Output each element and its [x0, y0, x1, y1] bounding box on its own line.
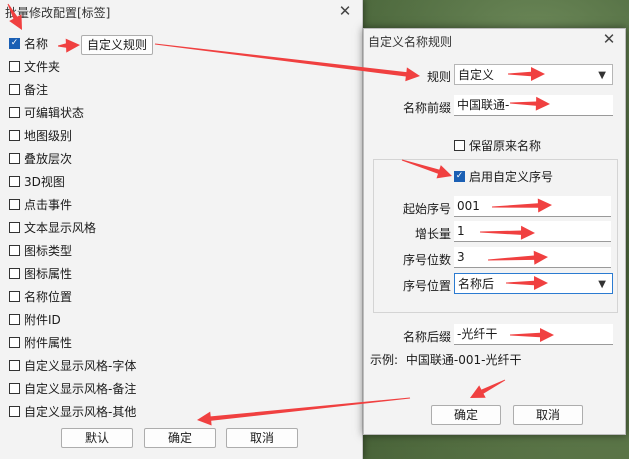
step-label: 增长量: [414, 227, 451, 241]
example-preview: 示例: 中国联通-001-光纤干: [370, 351, 521, 368]
enable-sequence-label: 启用自定义序号: [469, 170, 554, 184]
field-option-row[interactable]: 图标属性: [9, 262, 136, 285]
field-option-label: 图标属性: [24, 267, 73, 281]
keep-original-checkbox[interactable]: [454, 140, 465, 151]
field-option-row[interactable]: 可编辑状态: [9, 101, 136, 124]
field-option-checkbox[interactable]: [9, 130, 20, 141]
field-option-label: 地图级别: [24, 129, 73, 143]
field-option-row[interactable]: 叠放层次: [9, 147, 136, 170]
suffix-label: 名称后缀: [402, 330, 451, 344]
step-input[interactable]: 1: [454, 221, 611, 242]
start-number-label: 起始序号: [402, 202, 451, 216]
field-option-row[interactable]: 文本显示风格: [9, 216, 136, 239]
custom-rule-button[interactable]: 自定义规则: [81, 35, 153, 55]
field-option-label: 点击事件: [24, 198, 73, 212]
field-option-checkbox[interactable]: [9, 360, 20, 371]
enable-sequence-checkbox[interactable]: ✓: [454, 171, 465, 182]
chevron-down-icon: ▼: [598, 70, 606, 81]
suffix-input[interactable]: -光纤干: [454, 324, 613, 345]
position-select-value: 名称后: [458, 277, 495, 291]
example-value: 中国联通-001-光纤干: [405, 353, 522, 367]
ok-button[interactable]: 确定: [144, 428, 216, 448]
field-option-label: 3D视图: [24, 175, 65, 189]
field-option-row[interactable]: 文件夹: [9, 55, 136, 78]
field-option-label: 文件夹: [24, 60, 61, 74]
field-option-label: 附件属性: [24, 336, 73, 350]
rule-dialog-title: 自定义名称规则: [368, 35, 453, 49]
field-option-row[interactable]: 名称位置: [9, 285, 136, 308]
field-option-checkbox[interactable]: [9, 61, 20, 72]
field-option-label: 自定义显示风格-字体: [24, 359, 137, 373]
field-option-checkbox[interactable]: [9, 176, 20, 187]
rule-ok-button[interactable]: 确定: [431, 405, 501, 425]
field-option-label: 可编辑状态: [24, 106, 85, 120]
field-option-label: 文本显示风格: [24, 221, 97, 235]
field-option-row[interactable]: 点击事件: [9, 193, 136, 216]
field-option-label: 叠放层次: [24, 152, 73, 166]
field-option-label: 名称: [24, 37, 49, 51]
field-option-checkbox[interactable]: [9, 291, 20, 302]
prefix-label: 名称前缀: [402, 101, 451, 115]
field-option-checkbox[interactable]: [9, 245, 20, 256]
digits-label: 序号位数: [402, 253, 451, 267]
field-option-row[interactable]: 附件属性: [9, 331, 136, 354]
field-option-row[interactable]: 地图级别: [9, 124, 136, 147]
rule-dialog-titlebar: 自定义名称规则 ✕: [364, 29, 625, 53]
custom-name-rule-dialog: 自定义名称规则 ✕ 规则 自定义 ▼ 名称前缀 中国联通- 保留原来名称 ✓ 启…: [363, 28, 626, 435]
field-option-checkbox[interactable]: ✓: [9, 38, 20, 49]
field-checkbox-list: ✓ 名称文件夹备注可编辑状态地图级别叠放层次 3D视图点击事件文本显示风格 图标类型图…: [9, 32, 136, 423]
rule-select-value: 自定义: [458, 68, 495, 82]
field-option-label: 自定义显示风格-备注: [24, 382, 137, 396]
chevron-down-icon: ▼: [598, 279, 606, 290]
field-option-checkbox[interactable]: [9, 84, 20, 95]
keep-original-option[interactable]: 保留原来名称: [454, 137, 541, 154]
field-option-checkbox[interactable]: [9, 406, 20, 417]
field-option-label: 自定义显示风格-其他: [24, 405, 137, 419]
field-option-checkbox[interactable]: [9, 153, 20, 164]
close-icon[interactable]: ✕: [600, 30, 618, 48]
start-number-input[interactable]: 001: [454, 196, 611, 217]
field-option-row[interactable]: 3D视图: [9, 170, 136, 193]
batch-dialog-titlebar: 批量修改配置[标签] ✕: [0, 0, 362, 24]
enable-sequence-option[interactable]: ✓ 启用自定义序号: [454, 168, 553, 185]
batch-dialog-title: 批量修改配置[标签]: [5, 6, 111, 20]
example-label: 示例:: [370, 353, 399, 367]
field-option-label: 图标类型: [24, 244, 73, 258]
field-option-row[interactable]: 自定义显示风格-其他: [9, 400, 136, 423]
rule-cancel-button[interactable]: 取消: [513, 405, 583, 425]
rule-select[interactable]: 自定义 ▼: [454, 64, 613, 85]
field-option-row[interactable]: 备注: [9, 78, 136, 101]
field-option-label: 备注: [24, 83, 49, 97]
field-option-checkbox[interactable]: [9, 222, 20, 233]
position-select[interactable]: 名称后 ▼: [454, 273, 613, 294]
digits-input[interactable]: 3: [454, 247, 611, 268]
field-option-row[interactable]: 自定义显示风格-备注: [9, 377, 136, 400]
field-option-row[interactable]: 附件ID: [9, 308, 136, 331]
prefix-input[interactable]: 中国联通-: [454, 95, 613, 116]
field-option-label: 附件ID: [24, 313, 61, 327]
keep-original-label: 保留原来名称: [469, 139, 542, 153]
field-option-row[interactable]: 自定义显示风格-字体: [9, 354, 136, 377]
field-option-checkbox[interactable]: [9, 199, 20, 210]
field-option-checkbox[interactable]: [9, 337, 20, 348]
field-option-row[interactable]: 图标类型: [9, 239, 136, 262]
position-label: 序号位置: [402, 279, 451, 293]
close-icon[interactable]: ✕: [336, 2, 354, 20]
field-option-checkbox[interactable]: [9, 314, 20, 325]
field-option-checkbox[interactable]: [9, 268, 20, 279]
cancel-button[interactable]: 取消: [226, 428, 298, 448]
field-option-label: 名称位置: [24, 290, 73, 304]
batch-modify-dialog: 批量修改配置[标签] ✕ ✓ 名称文件夹备注可编辑状态地图级别叠放层次 3D视图点击…: [0, 0, 363, 459]
field-option-checkbox[interactable]: [9, 383, 20, 394]
default-button[interactable]: 默认: [61, 428, 133, 448]
field-option-checkbox[interactable]: [9, 107, 20, 118]
rule-label: 规则: [426, 70, 451, 84]
